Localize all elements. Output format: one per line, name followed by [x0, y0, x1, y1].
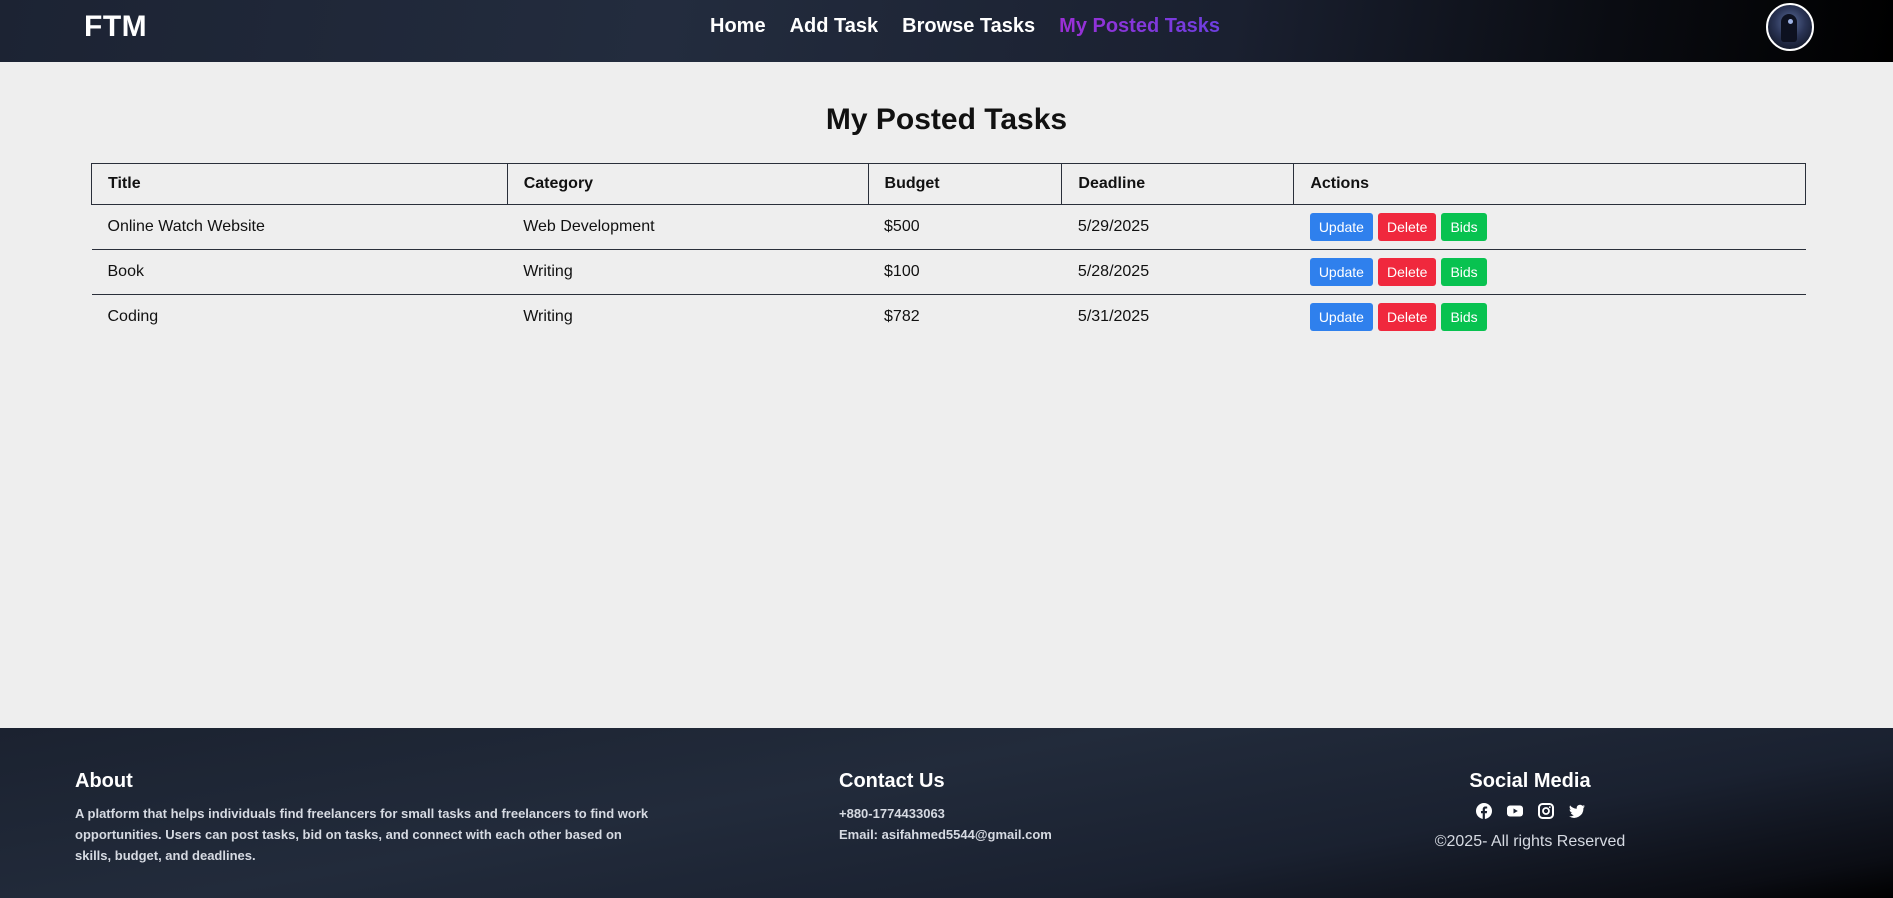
contact-email: Email: asifahmed5544@gmail.com — [839, 827, 1052, 842]
footer-about: About A platform that helps individuals … — [75, 770, 655, 866]
cell-title: Online Watch Website — [91, 204, 508, 250]
cell-actions: Update Delete Bids — [1293, 249, 1806, 295]
delete-button[interactable]: Delete — [1377, 303, 1437, 331]
contact-phone: +880-1774433063 — [839, 806, 945, 821]
table-header-row: Title Category Budget Deadline Actions — [91, 163, 1806, 205]
nav-link-home[interactable]: Home — [710, 15, 766, 38]
contact-heading: Contact Us — [839, 770, 945, 792]
about-heading: About — [75, 770, 133, 792]
update-button[interactable]: Update — [1309, 213, 1373, 241]
social-icons — [1400, 803, 1660, 819]
table-row: Coding Writing $782 5/31/2025 Update Dele… — [92, 295, 1806, 340]
nav-link-browse-tasks[interactable]: Browse Tasks — [902, 15, 1035, 38]
header-deadline: Deadline — [1061, 163, 1295, 205]
header-title: Title — [91, 163, 508, 205]
footer-contact: Contact Us +880-1774433063 Email: asifah… — [839, 770, 1052, 845]
header-actions: Actions — [1293, 163, 1806, 205]
brand-logo[interactable]: FTM — [84, 10, 147, 44]
cell-title: Coding — [107, 308, 159, 325]
twitter-icon[interactable] — [1568, 803, 1585, 819]
instagram-icon[interactable] — [1537, 803, 1554, 819]
bids-button[interactable]: Bids — [1441, 213, 1487, 241]
cell-category: Writing — [507, 249, 869, 295]
cell-actions: Update Delete Bids — [1293, 204, 1806, 250]
cell-budget: $100 — [868, 249, 1062, 295]
copyright-text: ©2025- All rights Reserved — [1434, 833, 1626, 850]
table-row: Online Watch Website Web Development $50… — [91, 204, 1806, 250]
footer-social: Social Media ©2025- All rights Reserved — [1400, 770, 1660, 851]
bids-button[interactable]: Bids — [1441, 258, 1487, 286]
cell-category: Web Development — [507, 204, 869, 250]
facebook-icon[interactable] — [1475, 803, 1492, 819]
page-title: My Posted Tasks — [825, 103, 1068, 136]
bids-button[interactable]: Bids — [1441, 303, 1487, 331]
table-row: Book Writing $100 5/28/2025 Update Delete… — [91, 249, 1806, 295]
avatar-glint — [1788, 19, 1793, 24]
cell-deadline: 5/29/2025 — [1061, 204, 1294, 250]
tasks-table: Title Category Budget Deadline Actions O… — [91, 163, 1806, 339]
delete-button[interactable]: Delete — [1377, 258, 1437, 286]
footer: About A platform that helps individuals … — [0, 728, 1893, 898]
cell-deadline: 5/31/2025 — [1077, 308, 1150, 325]
social-heading: Social Media — [1469, 770, 1591, 792]
update-button[interactable]: Update — [1309, 303, 1373, 331]
cell-budget: $500 — [868, 204, 1062, 250]
delete-button[interactable]: Delete — [1377, 213, 1437, 241]
cell-actions: Update Delete Bids — [1294, 295, 1806, 340]
about-text: A platform that helps individuals find f… — [75, 806, 649, 863]
cell-deadline: 5/28/2025 — [1061, 249, 1294, 295]
nav-links: Home Add Task Browse Tasks My Posted Tas… — [710, 15, 1220, 38]
navbar: FTM Home Add Task Browse Tasks My Posted… — [0, 0, 1893, 62]
nav-link-my-posted-tasks[interactable]: My Posted Tasks — [1059, 15, 1220, 38]
nav-link-add-task[interactable]: Add Task — [790, 15, 879, 38]
user-avatar[interactable] — [1766, 3, 1814, 51]
cell-budget: $782 — [884, 308, 920, 325]
header-category: Category — [506, 163, 869, 205]
youtube-icon[interactable] — [1506, 803, 1523, 819]
update-button[interactable]: Update — [1309, 258, 1373, 286]
cell-category: Writing — [523, 308, 573, 325]
cell-title: Book — [91, 249, 508, 295]
header-budget: Budget — [867, 163, 1063, 205]
